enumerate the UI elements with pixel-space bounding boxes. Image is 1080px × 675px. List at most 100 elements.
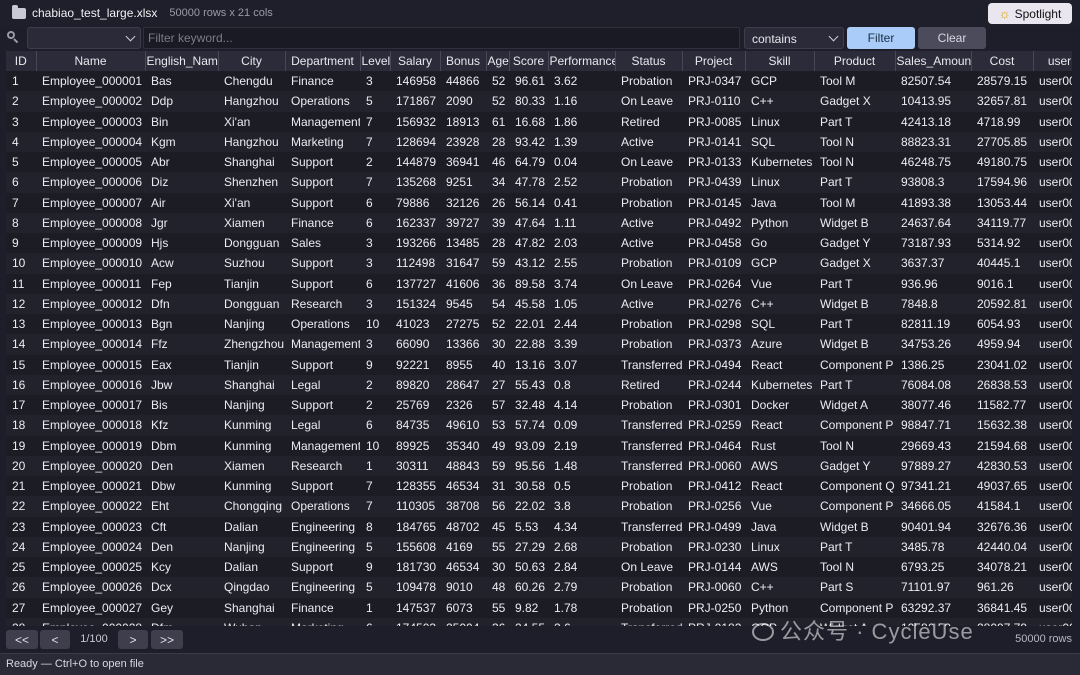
table-cell[interactable]: 3 — [6, 111, 36, 132]
table-cell[interactable]: 29669.43 — [895, 435, 971, 456]
table-cell[interactable]: 3.39 — [548, 334, 615, 355]
table-cell[interactable]: 23041.02 — [971, 354, 1033, 375]
table-cell[interactable]: 18 — [6, 415, 36, 436]
table-cell[interactable]: 2.55 — [548, 253, 615, 274]
table-cell[interactable]: 39727 — [440, 212, 486, 233]
table-cell[interactable]: 2 — [360, 374, 390, 395]
table-cell[interactable]: user00 — [1033, 557, 1072, 578]
table-cell[interactable]: 48702 — [440, 516, 486, 537]
table-cell[interactable]: 95.56 — [509, 455, 548, 476]
table-cell[interactable]: 23928 — [440, 131, 486, 152]
table-row[interactable]: 13 Employee_000013 Bgn Nanjing Operations 10 4… — [6, 314, 1072, 335]
table-cell[interactable]: 7848.8 — [895, 293, 971, 314]
table-cell[interactable]: Xi'an — [218, 192, 285, 213]
table-cell[interactable]: user00 — [1033, 293, 1072, 314]
table-cell[interactable]: 16.68 — [509, 111, 548, 132]
table-cell[interactable]: user00 — [1033, 152, 1072, 173]
table-cell[interactable]: user00 — [1033, 233, 1072, 254]
table-cell[interactable]: 2 — [6, 91, 36, 112]
table-cell[interactable]: 49610 — [440, 415, 486, 436]
table-cell[interactable]: 144879 — [390, 152, 440, 173]
table-cell[interactable]: Employee_000014 — [36, 334, 145, 355]
table-cell[interactable]: Engineering — [285, 536, 360, 557]
table-cell[interactable]: Nanjing — [218, 536, 285, 557]
table-cell[interactable]: PRJ-0494 — [682, 354, 745, 375]
table-cell[interactable]: Bgn — [145, 314, 218, 335]
table-cell[interactable]: Kubernetes — [745, 374, 814, 395]
table-cell[interactable]: 27 — [486, 374, 509, 395]
table-cell[interactable]: Probation — [615, 334, 682, 355]
table-cell[interactable]: 2.52 — [548, 172, 615, 193]
table-cell[interactable]: Employee_000004 — [36, 131, 145, 152]
table-cell[interactable]: 34078.21 — [971, 557, 1033, 578]
table-cell[interactable]: Part T — [814, 314, 895, 335]
table-cell[interactable]: user00 — [1033, 415, 1072, 436]
table-cell[interactable]: 4.34 — [548, 516, 615, 537]
table-cell[interactable]: 57.74 — [509, 415, 548, 436]
table-cell[interactable]: 0.8 — [548, 374, 615, 395]
last-page-button[interactable]: >> — [151, 630, 183, 649]
prev-page-button[interactable]: < — [40, 630, 70, 649]
table-cell[interactable]: Support — [285, 273, 360, 294]
table-cell[interactable]: 7 — [360, 476, 390, 497]
table-cell[interactable]: PRJ-0244 — [682, 374, 745, 395]
table-cell[interactable]: React — [745, 476, 814, 497]
table-cell[interactable]: 2.19 — [548, 435, 615, 456]
table-cell[interactable]: user00 — [1033, 253, 1072, 274]
table-cell[interactable]: Probation — [615, 192, 682, 213]
table-cell[interactable]: 82811.19 — [895, 314, 971, 335]
table-cell[interactable]: 36 — [486, 617, 509, 626]
table-cell[interactable]: 26838.53 — [971, 374, 1033, 395]
table-cell[interactable]: Xiamen — [218, 455, 285, 476]
table-cell[interactable]: 5314.92 — [971, 233, 1033, 254]
table-cell[interactable]: SQL — [745, 314, 814, 335]
table-cell[interactable]: 16 — [6, 374, 36, 395]
table-cell[interactable]: 89820 — [390, 374, 440, 395]
table-cell[interactable]: Research — [285, 293, 360, 314]
table-cell[interactable]: GCP — [745, 71, 814, 92]
table-cell[interactable]: Java — [745, 192, 814, 213]
table-cell[interactable]: 42440.04 — [971, 536, 1033, 557]
column-header[interactable]: Product — [814, 51, 896, 71]
table-cell[interactable]: PRJ-0301 — [682, 395, 745, 416]
table-cell[interactable]: Dcx — [145, 577, 218, 598]
table-cell[interactable]: Employee_000019 — [36, 435, 145, 456]
table-cell[interactable]: 9.82 — [509, 597, 548, 618]
table-cell[interactable]: 1386.25 — [895, 354, 971, 375]
table-cell[interactable]: 40 — [486, 354, 509, 375]
table-cell[interactable]: PRJ-0464 — [682, 435, 745, 456]
table-cell[interactable]: 82507.54 — [895, 71, 971, 92]
table-cell[interactable]: 5 — [360, 536, 390, 557]
table-cell[interactable]: 30311 — [390, 455, 440, 476]
table-row[interactable]: 12 Employee_000012 Dfn Dongguan Research 3 151… — [6, 293, 1072, 314]
table-cell[interactable]: 98847.71 — [895, 415, 971, 436]
table-cell[interactable]: PRJ-0110 — [682, 91, 745, 112]
table-cell[interactable]: 22.88 — [509, 334, 548, 355]
table-cell[interactable]: Support — [285, 354, 360, 375]
table-cell[interactable]: 3 — [360, 253, 390, 274]
table-cell[interactable]: Den — [145, 455, 218, 476]
table-cell[interactable]: 184765 — [390, 516, 440, 537]
table-cell[interactable]: 14 — [6, 334, 36, 355]
table-cell[interactable]: Transferred — [615, 415, 682, 436]
table-cell[interactable]: 28 — [486, 233, 509, 254]
table-cell[interactable]: Employee_000008 — [36, 212, 145, 233]
table-cell[interactable]: 9010 — [440, 577, 486, 598]
table-cell[interactable]: 1.48 — [548, 455, 615, 476]
table-cell[interactable]: Employee_000023 — [36, 516, 145, 537]
column-header[interactable]: Salary — [390, 51, 441, 71]
table-cell[interactable]: 55.43 — [509, 374, 548, 395]
table-cell[interactable]: 3.62 — [548, 71, 615, 92]
table-cell[interactable]: 7 — [360, 496, 390, 517]
table-cell[interactable]: Gadget Y — [814, 455, 895, 476]
table-cell[interactable]: Hjs — [145, 233, 218, 254]
table-row[interactable]: 20 Employee_000020 Den Xiamen Research 1 30311… — [6, 455, 1072, 476]
table-cell[interactable]: 10 — [360, 435, 390, 456]
table-cell[interactable]: 28 — [6, 617, 36, 626]
table-cell[interactable]: Kubernetes — [745, 152, 814, 173]
table-cell[interactable]: 2 — [360, 395, 390, 416]
table-cell[interactable]: Employee_000005 — [36, 152, 145, 173]
table-row[interactable]: 14 Employee_000014 Ffz Zhengzhou Management 3… — [6, 334, 1072, 355]
table-cell[interactable]: 30 — [486, 557, 509, 578]
table-cell[interactable]: PRJ-0144 — [682, 557, 745, 578]
